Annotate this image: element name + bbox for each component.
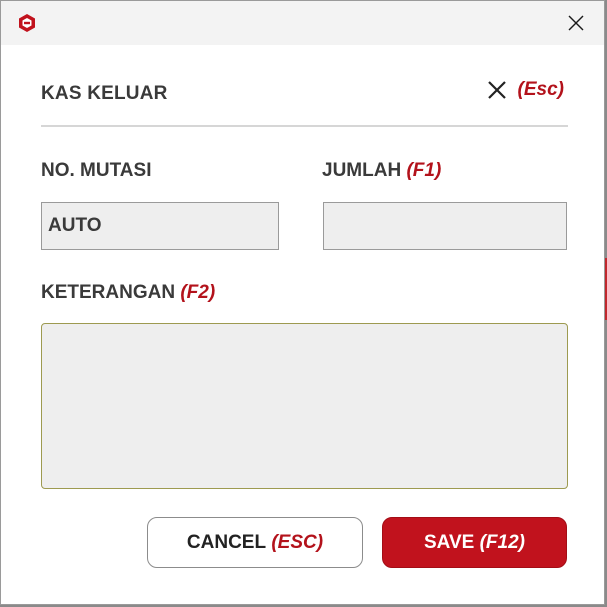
- header-divider: [41, 125, 568, 127]
- dialog-title: KAS KELUAR: [41, 83, 168, 104]
- save-button-label: SAVE: [423, 531, 475, 553]
- dialog-window: KAS KELUAR (Esc) NO. MUTASI JUMLAH (F1) …: [0, 0, 605, 605]
- cancel-button[interactable]: CANCEL (ESC): [147, 517, 363, 568]
- close-icon: [487, 81, 506, 99]
- no-mutasi-label: NO. MUTASI: [41, 160, 151, 182]
- no-mutasi-field[interactable]: [41, 202, 279, 250]
- dialog-close-button[interactable]: (Esc): [486, 79, 564, 101]
- cancel-button-label: CANCEL: [186, 531, 267, 553]
- jumlah-field[interactable]: [323, 202, 567, 250]
- jumlah-label-text: JUMLAH: [322, 160, 402, 181]
- no-mutasi-label-text: NO. MUTASI: [41, 160, 152, 181]
- keterangan-textarea[interactable]: [41, 323, 568, 489]
- keterangan-label-text: KETERANGAN: [41, 282, 176, 303]
- window-close-button[interactable]: [558, 8, 594, 38]
- close-icon: [568, 15, 584, 31]
- keterangan-label: KETERANGAN (F2): [41, 282, 215, 304]
- app-logo-icon: [19, 14, 35, 32]
- jumlah-label: JUMLAH (F1): [322, 160, 441, 182]
- close-shortcut-hint: (Esc): [517, 79, 564, 100]
- save-button[interactable]: SAVE (F12): [382, 517, 567, 568]
- cancel-shortcut-hint: (ESC): [271, 531, 324, 553]
- jumlah-shortcut-hint: (F1): [406, 160, 442, 181]
- keterangan-shortcut-hint: (F2): [180, 282, 216, 303]
- save-shortcut-hint: (F12): [479, 531, 526, 553]
- window-titlebar: [1, 1, 604, 45]
